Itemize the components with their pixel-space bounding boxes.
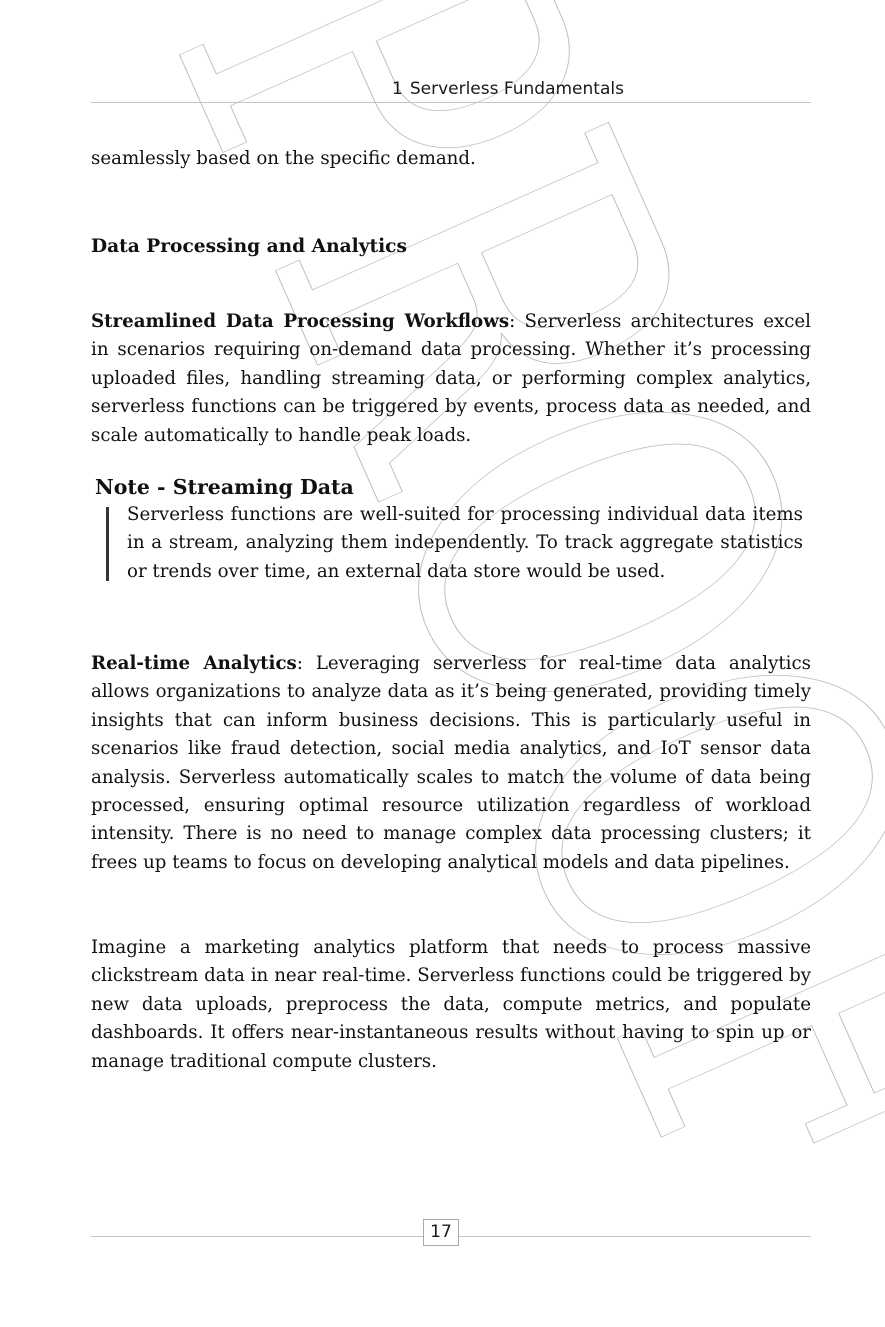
note-accent-bar <box>106 507 109 581</box>
paragraph-data-processing: Streamlined Data Processing Workflows: S… <box>91 308 811 450</box>
paragraph-real-time-analytics: Real-time Analytics: Leveraging serverle… <box>91 650 811 877</box>
page-number: 17 <box>423 1219 459 1246</box>
term-real-time-analytics: Real-time Analytics <box>91 653 297 674</box>
continuation-paragraph: seamlessly based on the specific demand. <box>91 148 476 169</box>
note-body: Serverless functions are well-suited for… <box>127 504 803 582</box>
paragraph-real-time-analytics-text: : Leveraging serverless for real-time da… <box>91 653 812 873</box>
proof-watermark-text: PROOF <box>64 0 885 1291</box>
running-header: 1 Serverless Fundamentals <box>91 78 811 103</box>
chapter-number: 1 <box>392 79 403 99</box>
header-text: 1 Serverless Fundamentals <box>392 79 624 99</box>
chapter-title: Serverless Fundamentals <box>409 79 624 99</box>
paragraph-marketing-example: Imagine a marketing analytics platform t… <box>91 937 811 1072</box>
section-heading: Data Processing and Analytics <box>91 236 407 257</box>
term-streamlined-workflows: Streamlined Data Processing Workflows <box>91 311 510 332</box>
note-title: Note - Streaming Data <box>95 475 354 499</box>
